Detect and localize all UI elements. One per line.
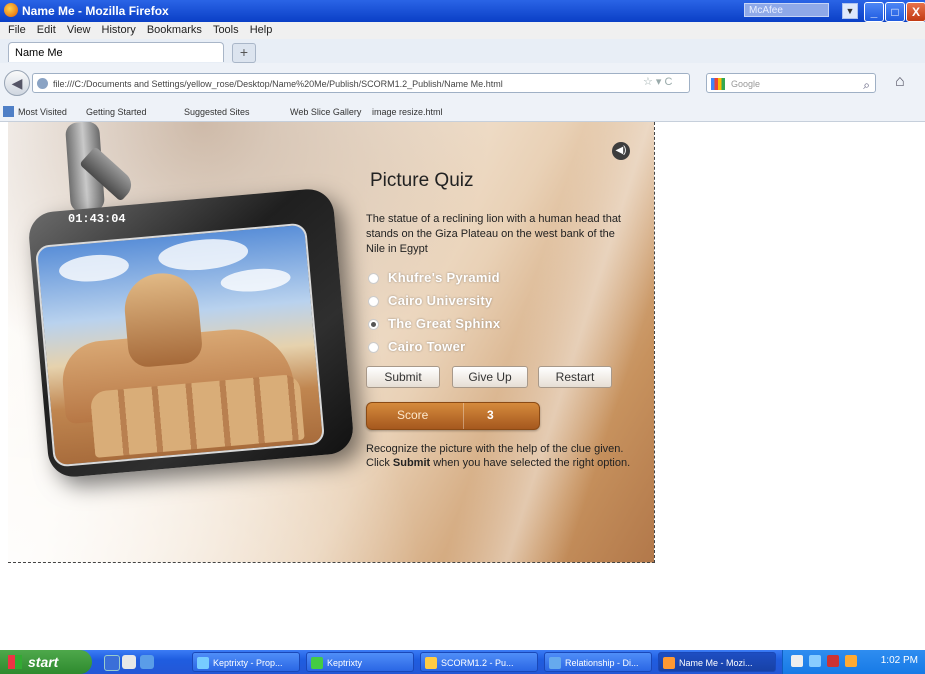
site-identity-icon xyxy=(37,78,48,89)
minimize-button[interactable]: _ xyxy=(864,2,884,22)
instructions-submit-keyword: Submit xyxy=(392,457,431,469)
option-label: The Great Sphinx xyxy=(388,316,501,331)
option-label: Khufre's Pyramid xyxy=(388,270,500,285)
instructions-text: Recognize the picture with the help of t… xyxy=(366,443,631,469)
quiz-timer: 01:43:04 xyxy=(68,212,126,226)
tab-name-me[interactable]: Name Me xyxy=(8,42,224,62)
radio-button[interactable] xyxy=(368,273,379,285)
tray-icon-1[interactable] xyxy=(791,655,803,667)
url-input[interactable]: file:///C:/Documents and Settings/yellow… xyxy=(32,73,690,93)
menu-edit[interactable]: Edit xyxy=(37,24,56,36)
task-firefox-name-me[interactable]: Name Me - Mozi... xyxy=(658,652,776,672)
menu-history[interactable]: History xyxy=(102,24,136,36)
system-tray: 1:02 PM xyxy=(782,650,925,674)
quicklaunch-icon[interactable] xyxy=(140,655,154,669)
option-khufres-pyramid[interactable]: Khufre's Pyramid xyxy=(368,270,500,285)
ie-icon[interactable] xyxy=(104,655,120,671)
url-text: file:///C:/Documents and Settings/yellow… xyxy=(53,79,503,89)
tray-icon-4[interactable] xyxy=(845,655,857,667)
task-keptrixty-prop[interactable]: Keptrixty - Prop... xyxy=(192,652,300,672)
reload-icon[interactable]: ☆ ▾ C xyxy=(643,75,672,88)
navigation-bar: ◀ file:///C:/Documents and Settings/yell… xyxy=(0,63,925,103)
option-label: Cairo University xyxy=(388,293,493,308)
bookmarks-bar: Most Visited Getting Started Suggested S… xyxy=(0,103,925,122)
page-content: 01:43:04 ◀) Picture Quiz The statue of a… xyxy=(0,122,925,650)
window-title: Name Me - Mozilla Firefox xyxy=(22,4,169,18)
radio-button[interactable] xyxy=(368,342,379,354)
submit-button[interactable]: Submit xyxy=(366,366,440,388)
search-input[interactable]: Google ⌕ xyxy=(706,73,876,93)
bookmark-suggested-sites[interactable]: Suggested Sites xyxy=(184,103,250,121)
new-tab-button[interactable]: + xyxy=(232,43,256,63)
home-icon[interactable]: ⌂ xyxy=(895,73,905,91)
bookmark-getting-started[interactable]: Getting Started xyxy=(86,103,147,121)
menu-bar: File Edit View History Bookmarks Tools H… xyxy=(0,22,925,39)
sphinx-image xyxy=(34,222,326,468)
task-keptrixty[interactable]: Keptrixty xyxy=(306,652,414,672)
search-icon[interactable]: ⌕ xyxy=(863,75,870,95)
score-value: 3 xyxy=(487,408,494,422)
quiz-title: Picture Quiz xyxy=(370,170,474,191)
give-up-button[interactable]: Give Up xyxy=(452,366,528,388)
option-cairo-tower[interactable]: Cairo Tower xyxy=(368,339,465,354)
bookmark-most-visited[interactable]: Most Visited xyxy=(18,103,67,121)
firefox-icon xyxy=(4,3,18,17)
task-relationship[interactable]: Relationship - Di... xyxy=(544,652,652,672)
search-placeholder: Google xyxy=(731,79,761,89)
chevron-down-icon[interactable]: ▼ xyxy=(842,3,858,19)
window-titlebar: Name Me - Mozilla Firefox McAfee ▼ _ □ X xyxy=(0,0,925,22)
quiz-stage: 01:43:04 ◀) Picture Quiz The statue of a… xyxy=(8,122,655,563)
radio-button-selected[interactable] xyxy=(368,319,379,331)
start-button[interactable]: start xyxy=(0,650,92,674)
score-label: Score xyxy=(397,408,429,422)
taskbar: start Keptrixty - Prop... Keptrixty SCOR… xyxy=(0,650,925,674)
close-button[interactable]: X xyxy=(906,2,925,22)
option-great-sphinx[interactable]: The Great Sphinx xyxy=(368,316,500,331)
mcafee-toolbar[interactable]: McAfee xyxy=(744,3,829,17)
menu-help[interactable]: Help xyxy=(250,24,273,36)
option-cairo-university[interactable]: Cairo University xyxy=(368,293,493,308)
speaker-icon[interactable]: ◀) xyxy=(612,142,630,160)
radio-button[interactable] xyxy=(368,296,379,308)
back-button[interactable]: ◀ xyxy=(4,70,30,96)
bookmark-icon xyxy=(3,106,14,117)
tab-strip: Name Me + xyxy=(0,39,925,64)
option-label: Cairo Tower xyxy=(388,339,466,354)
google-icon xyxy=(711,78,725,90)
bookmark-image-resize[interactable]: image resize.html xyxy=(372,103,443,121)
bookmark-web-slice-gallery[interactable]: Web Slice Gallery xyxy=(290,103,361,121)
score-display: Score 3 xyxy=(366,402,540,430)
restart-button[interactable]: Restart xyxy=(538,366,612,388)
maximize-button[interactable]: □ xyxy=(885,2,905,22)
mcafee-tray-icon[interactable] xyxy=(827,655,839,667)
menu-file[interactable]: File xyxy=(8,24,26,36)
windows-flag-icon xyxy=(8,655,22,669)
task-scorm-publish[interactable]: SCORM1.2 - Pu... xyxy=(420,652,538,672)
desktop-icon[interactable] xyxy=(122,655,136,669)
tray-icon-2[interactable] xyxy=(809,655,821,667)
menu-bookmarks[interactable]: Bookmarks xyxy=(147,24,202,36)
menu-view[interactable]: View xyxy=(67,24,91,36)
clock: 1:02 PM xyxy=(880,655,918,666)
quiz-clue: The statue of a reclining lion with a hu… xyxy=(366,213,621,255)
menu-tools[interactable]: Tools xyxy=(213,24,239,36)
